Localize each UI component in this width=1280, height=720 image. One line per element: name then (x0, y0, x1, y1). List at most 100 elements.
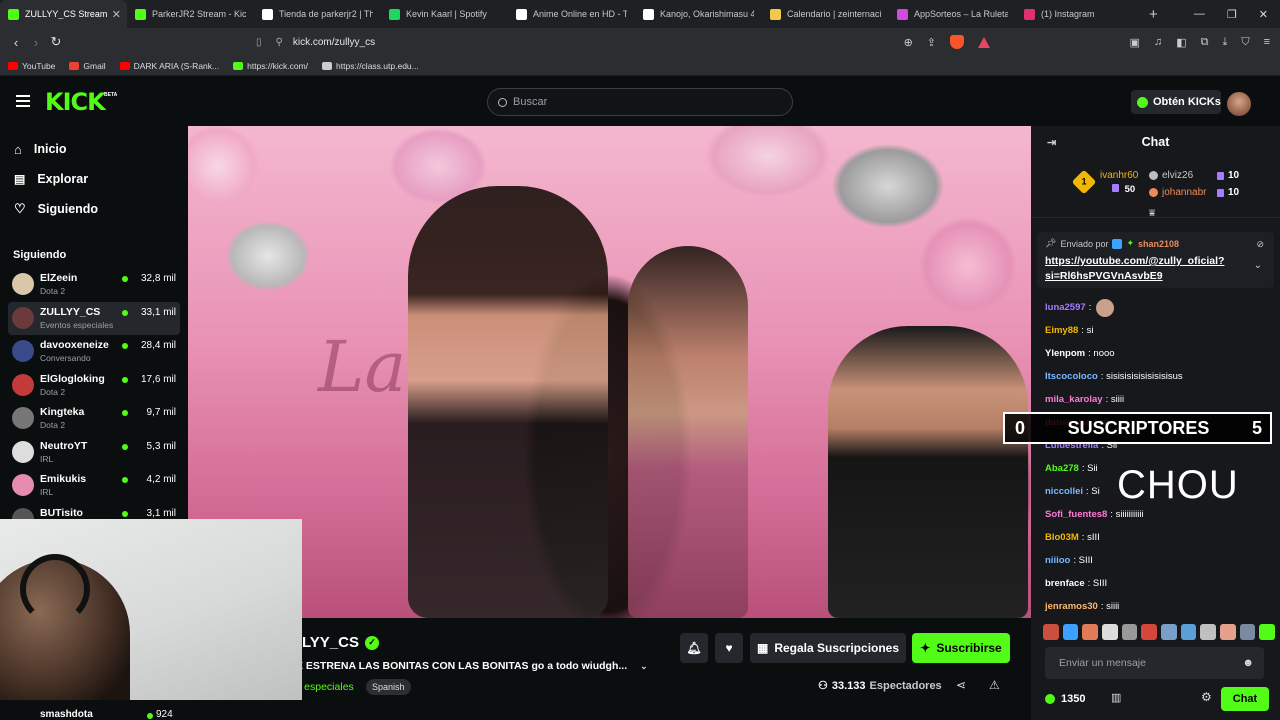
chat-username[interactable]: Itscocoloco (1045, 371, 1098, 382)
browser-tab[interactable]: Tienda de parkerjr2 | The Merch (254, 0, 381, 28)
sidebar-item-channel[interactable]: davooxeneize Conversando 28,4 mil (8, 335, 180, 369)
sidebar-toggle-icon[interactable]: ◧ (1176, 36, 1186, 49)
search-input[interactable]: Buscar (487, 88, 793, 116)
kicks-balance[interactable]: 1350 (1045, 693, 1085, 705)
browser-tab[interactable]: Kanojo, Okarishimasu 4th (635, 0, 762, 28)
emote-icon[interactable] (1141, 624, 1158, 640)
nav-siguiendo[interactable]: ♡ Siguiendo (0, 194, 188, 224)
sidebar-item-smashdota[interactable]: smashdota (40, 709, 93, 720)
emote-icon[interactable] (1239, 624, 1256, 640)
sidebar-item-channel[interactable]: NeutroYT IRL 5,3 mil (8, 436, 180, 470)
url-text[interactable]: kick.com/zullyy_cs (293, 37, 375, 48)
user-avatar[interactable] (1227, 92, 1251, 116)
zoom-icon[interactable]: ⊕ (904, 36, 913, 49)
brave-rewards-icon[interactable] (978, 36, 990, 48)
chat-username[interactable]: jenramos30 (1045, 601, 1098, 612)
bookmark-icon[interactable]: ▯ (256, 37, 262, 48)
emote-icon[interactable] (1180, 624, 1197, 640)
stream-category[interactable]: s especiales (296, 681, 354, 693)
bookmark-item[interactable]: https://kick.com/ (233, 61, 308, 71)
pinned-user[interactable]: shan2108 (1138, 239, 1179, 249)
language-tag[interactable]: Spanish (366, 679, 411, 695)
emoji-picker-icon[interactable]: ☻ (1242, 657, 1254, 669)
emote-icon[interactable] (1102, 624, 1118, 640)
address-bar[interactable]: ▯ ⚲ kick.com/zullyy_cs ⊕ ⇪ (256, 31, 1000, 53)
kick-logo[interactable]: KICK (45, 88, 106, 116)
video-player[interactable]: La (188, 126, 1031, 618)
music-icon[interactable]: ♫ (1154, 36, 1162, 49)
emote-icon[interactable] (1200, 624, 1217, 640)
chat-username[interactable]: mila_karolay (1045, 394, 1103, 405)
chat-username[interactable]: brenface (1045, 578, 1085, 589)
browser-tab[interactable]: (1) Instagram (1016, 0, 1143, 28)
chevron-down-icon[interactable]: ⌄ (640, 661, 648, 671)
browser-tab[interactable]: AppSorteos – La Ruleta de (889, 0, 1016, 28)
report-icon[interactable]: ⚠ (989, 678, 1000, 692)
bookmark-item[interactable]: DARK ARIA (S-Rank... (119, 61, 219, 71)
chat-message-input[interactable]: Enviar un mensaje ☻ (1045, 647, 1264, 679)
chat-username[interactable]: Eimy88 (1045, 325, 1078, 336)
bookmark-item[interactable]: Gmail (69, 61, 106, 71)
minimize-icon[interactable]: — (1194, 8, 1205, 20)
hamburger-menu-icon[interactable] (16, 95, 30, 107)
chat-username[interactable]: Sofi_fuentes8 (1045, 509, 1107, 520)
browser-tab[interactable]: ParkerJR2 Stream - Kick (127, 0, 254, 28)
channel-name[interactable]: LYY_CS ✓ (302, 634, 379, 651)
sidebar-item-channel[interactable]: ElGlogloking Dota 2 17,6 mil (8, 369, 180, 403)
leader-1-name[interactable]: ivanhr60 (1100, 170, 1138, 181)
emote-icon[interactable] (1121, 624, 1138, 640)
gear-icon[interactable]: ⚙ (1201, 690, 1212, 704)
nav-inicio[interactable]: ⌂ Inicio (0, 134, 188, 164)
close-tab-icon[interactable]: ✕ (112, 8, 121, 21)
browser-tab[interactable]: Kevin Kaarl | Spotify (381, 0, 508, 28)
bookmark-item[interactable]: YouTube (8, 61, 55, 71)
leaderboard-entry[interactable]: elviz26 10 (1149, 170, 1239, 181)
chat-username[interactable]: Ylenpom (1045, 348, 1085, 359)
pinned-link[interactable]: https://youtube.com/@zully_oficial?si=Rl… (1045, 254, 1235, 284)
sidebar-item-channel[interactable]: Kingteka Dota 2 9,7 mil (8, 402, 180, 436)
emote-icon[interactable] (1062, 624, 1079, 640)
get-kicks-button[interactable]: Obtén KICKs (1131, 90, 1221, 114)
bookmark-item[interactable]: https://class.utp.edu... (322, 61, 419, 71)
chat-username[interactable]: luna2597 (1045, 302, 1086, 313)
vpn-icon[interactable]: ⛉ (1241, 36, 1249, 49)
browser-tab[interactable]: Calendario | zeinternacional (762, 0, 889, 28)
forward-icon[interactable]: › (26, 35, 46, 50)
share-icon[interactable]: ⋖ (956, 678, 966, 692)
wallet-icon[interactable]: ▣ (1130, 36, 1140, 49)
chat-username[interactable]: Aba278 (1045, 463, 1079, 474)
sidebar-item-channel[interactable]: ElZeein Dota 2 32,8 mil (8, 268, 180, 302)
emote-icon[interactable] (1259, 624, 1276, 640)
follow-button[interactable]: ♥ (715, 633, 743, 663)
sidebar-item-channel[interactable]: ZULLYY_CS Eventos especiales 33,1 mil (8, 301, 180, 335)
emote-icon[interactable] (1043, 624, 1059, 640)
chat-username[interactable]: Blo03M (1045, 532, 1079, 543)
site-info-icon[interactable]: ⚲ (276, 37, 283, 48)
reload-icon[interactable]: ↻ (46, 34, 66, 50)
sidebar-item-channel[interactable]: Emikukis IRL 4,2 mil (8, 469, 180, 503)
new-tab-icon[interactable]: + (1149, 6, 1158, 23)
emote-icon[interactable] (1082, 624, 1099, 640)
rewards-icon[interactable]: ▥ (1111, 691, 1121, 704)
subscribe-button[interactable]: ✦ Suscribirse (912, 633, 1010, 663)
chat-username[interactable]: niccollei (1045, 486, 1083, 497)
collapse-chat-icon[interactable]: ⇥ (1047, 136, 1056, 149)
chevron-down-icon[interactable]: ⌄ (1254, 260, 1262, 271)
close-window-icon[interactable]: ✕ (1259, 8, 1268, 21)
chat-username[interactable]: niiioo (1045, 555, 1070, 566)
send-chat-button[interactable]: Chat (1221, 687, 1269, 711)
hide-pin-icon[interactable]: ⊘ (1256, 239, 1264, 250)
brave-shield-icon[interactable] (950, 35, 964, 49)
nav-explorar[interactable]: ▤ Explorar (0, 164, 188, 194)
browser-tab[interactable]: Anime Online en HD - Tio Anime (508, 0, 635, 28)
share-url-icon[interactable]: ⇪ (927, 36, 936, 49)
restore-icon[interactable]: ❐ (1227, 8, 1237, 21)
gift-subs-button[interactable]: ▦ Regala Suscripciones (750, 633, 906, 663)
browser-tab[interactable]: ZULLYY_CS Stream ✕ (0, 0, 127, 28)
emote-icon[interactable] (1161, 624, 1177, 640)
leaderboard-entry[interactable]: johannabr 10 (1149, 187, 1239, 198)
notification-bell-button[interactable]: 🔔︎ (680, 633, 708, 663)
expand-leaderboard-icon[interactable]: ⩸ (1149, 208, 1155, 219)
download-icon[interactable]: ⤓ (1222, 36, 1227, 49)
extensions-icon[interactable]: ⧉ (1201, 36, 1209, 49)
